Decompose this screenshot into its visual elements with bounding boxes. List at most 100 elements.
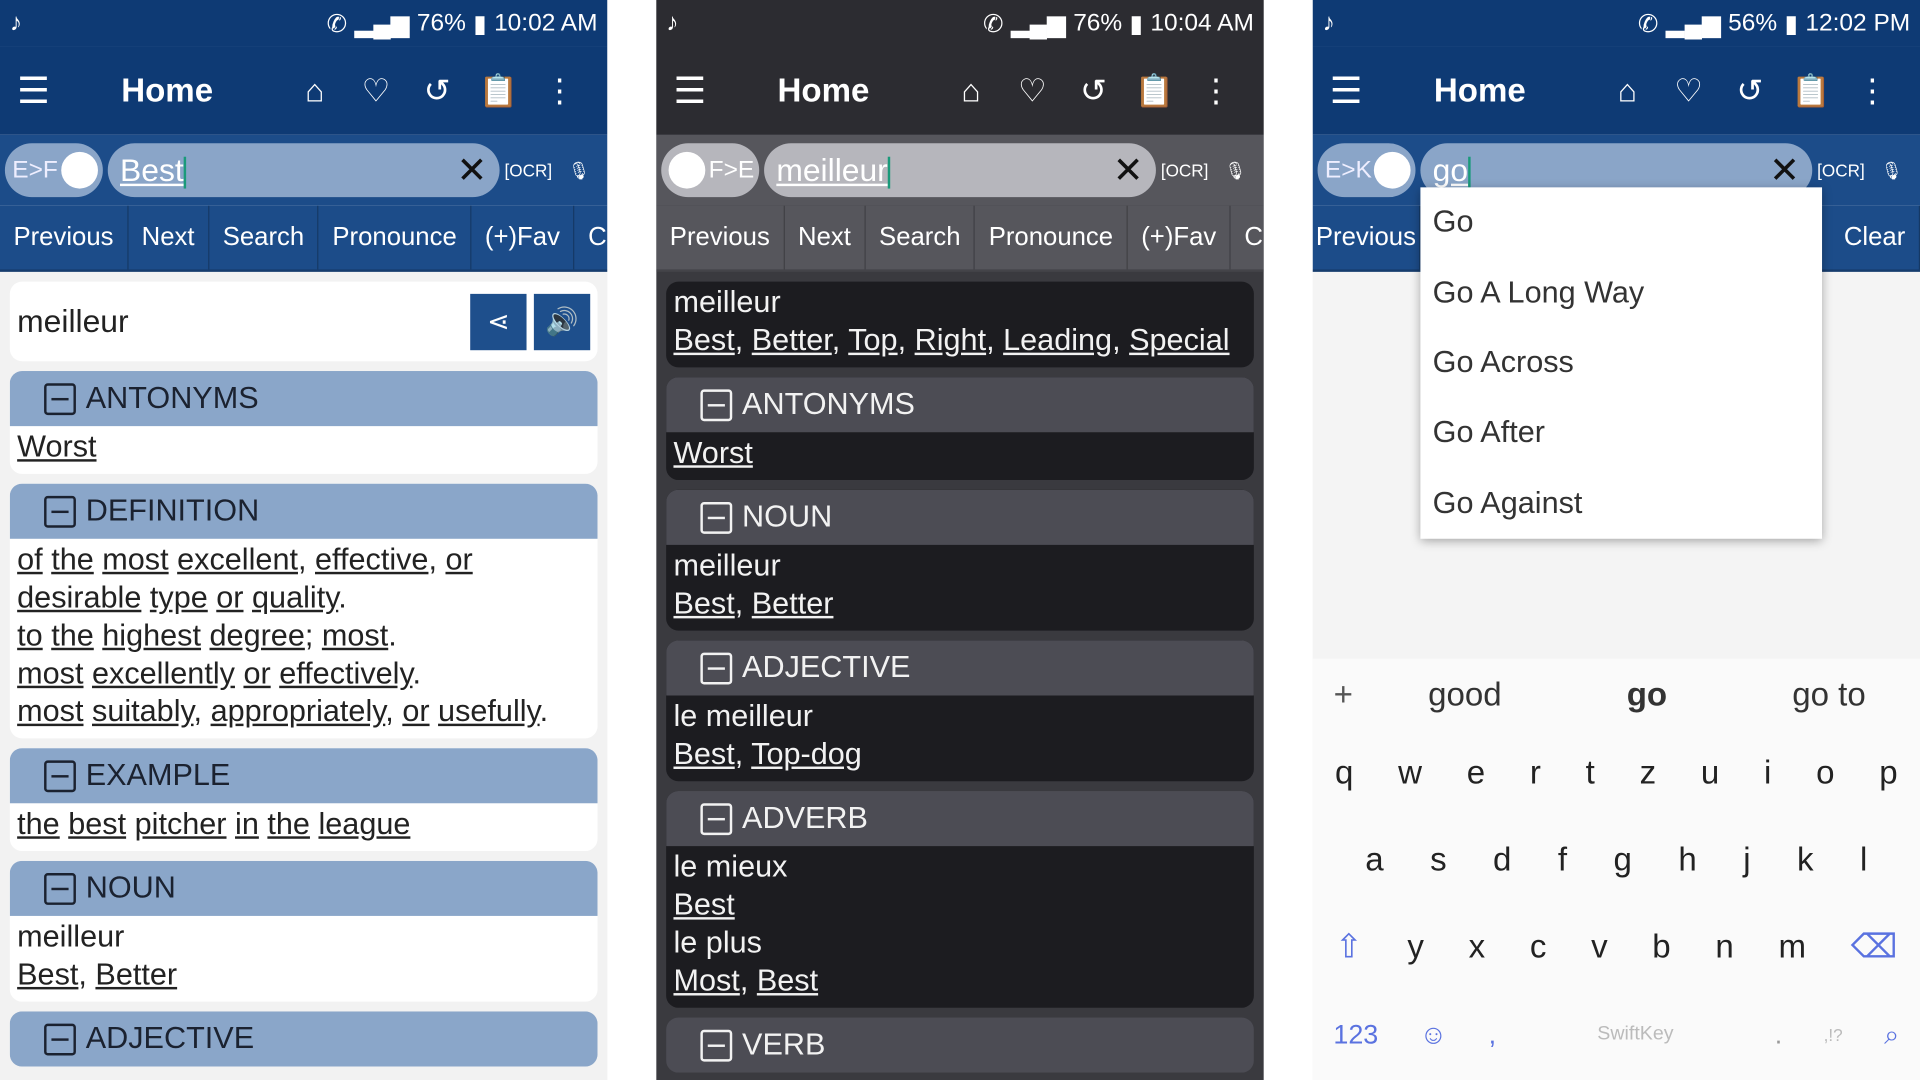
suggestion-item[interactable]: Go Against [1420, 468, 1822, 538]
heart-icon[interactable]: ♡ [345, 72, 406, 110]
clear-x-icon[interactable]: ✕ [1769, 149, 1800, 192]
section-header[interactable]: NOUN [666, 489, 1254, 545]
search-icon[interactable]: ⌕ [1884, 1018, 1899, 1050]
word-link[interactable]: or [216, 580, 243, 614]
word-link[interactable]: most [17, 656, 83, 690]
more-vert-icon[interactable]: ⋮ [529, 72, 590, 110]
word-link[interactable]: Top [848, 323, 897, 357]
history-icon[interactable]: ↺ [1719, 72, 1780, 110]
key[interactable]: g [1614, 841, 1632, 879]
section-header[interactable]: DEFINITION [9, 483, 598, 539]
word-link[interactable]: the [267, 807, 310, 841]
word-link[interactable]: type [150, 580, 208, 614]
history-icon[interactable]: ↺ [1063, 72, 1124, 110]
prediction[interactable]: go to [1738, 675, 1920, 713]
word-link[interactable]: the [51, 618, 94, 652]
key[interactable]: u [1701, 754, 1719, 792]
collapse-icon[interactable] [44, 872, 76, 905]
word-link[interactable]: Best [673, 323, 734, 357]
word-link[interactable]: appropriately [211, 694, 386, 728]
home-icon[interactable]: ⌂ [940, 72, 1001, 110]
word-link[interactable]: league [318, 807, 410, 841]
clear-button[interactable]: Clear [575, 206, 607, 270]
word-link[interactable]: most [322, 618, 388, 652]
word-link[interactable]: of [17, 542, 43, 576]
microphone-icon[interactable]: 🎙 [1869, 160, 1916, 181]
word-link[interactable]: Leading [1003, 323, 1112, 357]
fav-button[interactable]: (+)Fav [471, 205, 575, 270]
collapse-icon[interactable] [700, 1029, 733, 1062]
key[interactable]: x [1469, 928, 1486, 966]
word-link[interactable]: Better [752, 587, 834, 621]
share-button[interactable]: ⋖ [470, 293, 527, 350]
suggestion-item[interactable]: Go After [1420, 398, 1822, 468]
search-input[interactable]: Best ✕ [107, 143, 500, 198]
word-link[interactable]: Top-dog [751, 737, 862, 771]
section-header[interactable]: ADVERB [666, 791, 1254, 847]
key[interactable]: w [1398, 754, 1422, 792]
language-toggle[interactable]: F>E [661, 143, 760, 198]
more-vert-icon[interactable]: ⋮ [1842, 72, 1903, 110]
backspace-icon[interactable]: ⌫ [1851, 928, 1898, 966]
prediction[interactable]: go [1556, 675, 1738, 713]
suggestion-item[interactable]: Go [1420, 187, 1822, 257]
word-link[interactable]: Worst [17, 430, 96, 464]
key[interactable]: n [1715, 928, 1733, 966]
suggestion-item[interactable]: Go Across [1420, 328, 1822, 398]
clipboard-icon[interactable]: 📋 [1780, 72, 1841, 110]
section-header[interactable]: ANTONYMS [9, 371, 598, 427]
section-header[interactable]: EXAMPLE [9, 748, 598, 804]
key[interactable]: e [1467, 754, 1485, 792]
add-icon[interactable]: + [1313, 675, 1374, 713]
more-vert-icon[interactable]: ⋮ [1185, 72, 1246, 110]
prediction[interactable]: good [1374, 675, 1556, 713]
key[interactable]: h [1678, 841, 1696, 879]
heart-icon[interactable]: ♡ [1658, 72, 1719, 110]
word-link[interactable]: Worst [673, 436, 752, 470]
key[interactable]: i [1764, 754, 1771, 792]
collapse-icon[interactable] [44, 759, 76, 792]
ocr-scan-icon[interactable]: [OCR] [1161, 160, 1209, 180]
word-link[interactable]: Better [95, 958, 177, 992]
word-link[interactable]: or [402, 694, 429, 728]
key[interactable]: f [1558, 841, 1567, 879]
search-button[interactable]: Search [866, 205, 976, 270]
history-icon[interactable]: ↺ [407, 72, 468, 110]
key[interactable]: p [1879, 754, 1897, 792]
key[interactable]: c [1530, 928, 1547, 966]
clear-button[interactable]: Clear [1830, 205, 1920, 270]
clear-x-icon[interactable]: ✕ [1113, 149, 1144, 192]
home-icon[interactable]: ⌂ [284, 72, 345, 110]
pronounce-button[interactable]: Pronounce [319, 205, 472, 270]
microphone-icon[interactable]: 🎙 [556, 160, 603, 181]
word-link[interactable]: Best [673, 888, 734, 922]
word-link[interactable]: excellent [177, 542, 298, 576]
word-link[interactable]: Better [752, 323, 832, 357]
word-link[interactable]: the [17, 807, 60, 841]
ocr-scan-icon[interactable]: [OCR] [1817, 160, 1865, 180]
word-link[interactable]: quality [252, 580, 338, 614]
pronounce-button[interactable]: Pronounce [975, 205, 1128, 270]
word-link[interactable]: suitably [92, 694, 194, 728]
collapse-icon[interactable] [44, 1023, 76, 1055]
home-icon[interactable]: ⌂ [1597, 72, 1658, 110]
collapse-icon[interactable] [700, 802, 733, 835]
key[interactable]: d [1493, 841, 1511, 879]
fav-button[interactable]: (+)Fav [1128, 205, 1231, 270]
language-toggle[interactable]: E>F [4, 143, 103, 198]
suggestion-item[interactable]: Go A Long Way [1420, 258, 1822, 328]
key[interactable]: z [1640, 754, 1657, 792]
microphone-icon[interactable]: 🎙 [1212, 160, 1259, 181]
numbers-key[interactable]: 123 [1333, 1018, 1378, 1050]
section-header[interactable]: NOUN [9, 860, 598, 916]
key[interactable]: s [1430, 841, 1447, 879]
word-link[interactable]: the [51, 542, 94, 576]
word-link[interactable]: Right [915, 323, 986, 357]
word-link[interactable]: excellently [92, 656, 235, 690]
section-header[interactable]: VERB [666, 1017, 1254, 1073]
search-input[interactable]: meilleur ✕ [764, 143, 1156, 198]
section-header[interactable]: ADJECTIVE [666, 640, 1254, 696]
key[interactable]: a [1365, 841, 1383, 879]
heart-icon[interactable]: ♡ [1002, 72, 1063, 110]
search-query[interactable]: meilleur [776, 151, 1113, 189]
